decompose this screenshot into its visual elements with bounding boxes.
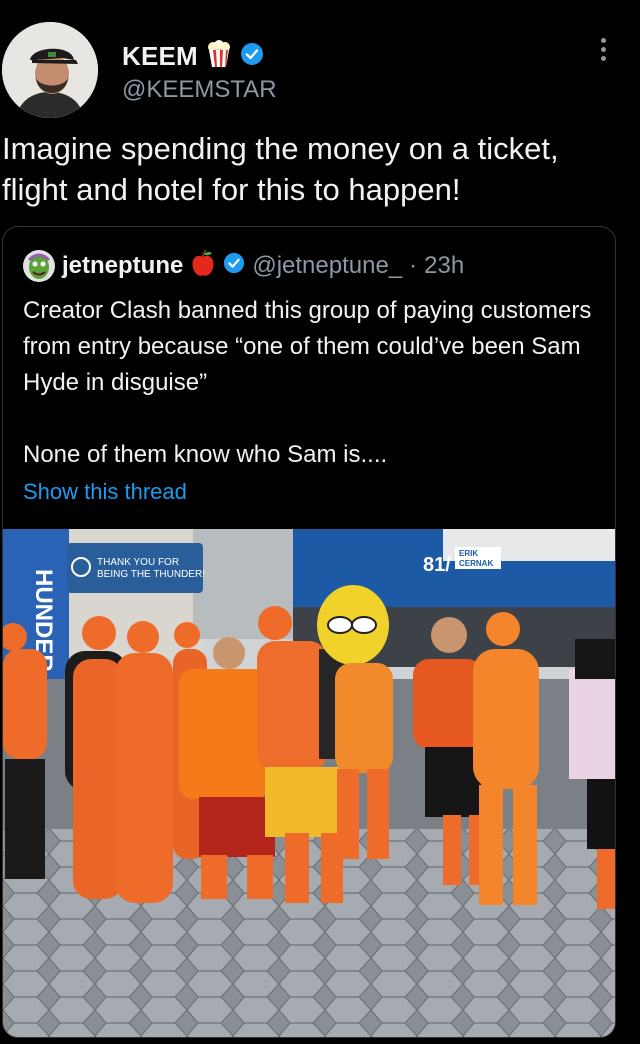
quoted-photo[interactable]: HUNDER THANK YOU FOR BEING THE THUNDER! … (3, 529, 615, 1037)
tweet-header: KEEM @KEEMSTAR (0, 0, 640, 122)
more-options-icon[interactable] (596, 38, 610, 66)
banner-name-1: ERIK (459, 549, 478, 558)
quoted-timestamp[interactable]: 23h (424, 252, 464, 280)
quoted-author-name[interactable]: jetneptune (62, 252, 183, 280)
quoted-text: Creator Clash banned this group of payin… (23, 297, 592, 468)
author-name[interactable]: KEEM (122, 41, 198, 72)
quoted-author-handle[interactable]: @jetneptune_ (252, 252, 402, 280)
sign-text-thank: THANK YOU FOR (97, 557, 179, 568)
author-handle[interactable]: @KEEMSTAR (122, 76, 277, 104)
sign-text-thunder: BEING THE THUNDER! (97, 569, 205, 580)
popcorn-icon (206, 40, 232, 73)
quoted-verified-badge-icon (223, 252, 245, 279)
quoted-separator: · (409, 251, 418, 279)
quoted-author-avatar[interactable] (23, 249, 55, 282)
quoted-tweet[interactable]: jetneptune @jetneptune_ · 23h Creator Cl… (2, 226, 616, 1038)
tweet-text: Imagine spending the money on a ticket, … (2, 131, 559, 207)
banner-number: 81/ (423, 554, 451, 576)
verified-badge-icon (240, 42, 264, 71)
banner-name-2: CERNAK (459, 559, 493, 568)
show-thread-link[interactable]: Show this thread (23, 479, 187, 505)
apple-icon (190, 249, 216, 282)
author-avatar[interactable] (2, 22, 98, 118)
quoted-header: jetneptune @jetneptune_ · 23h (23, 249, 464, 282)
